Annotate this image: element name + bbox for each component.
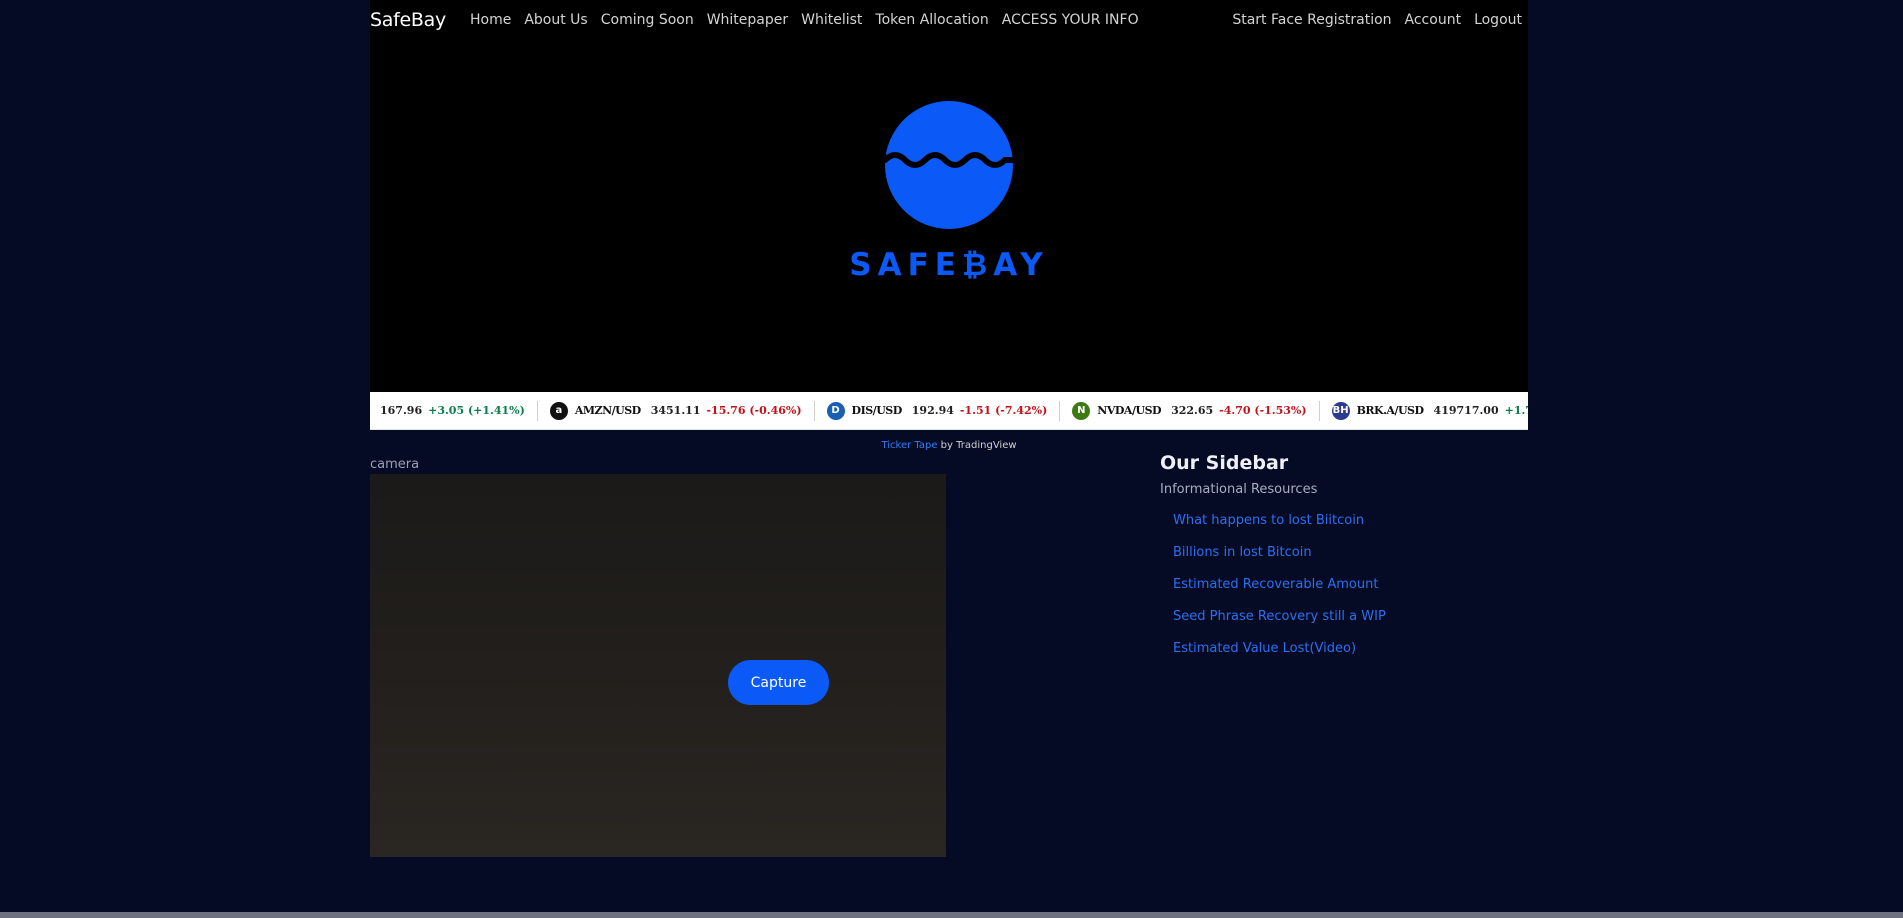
sidebar-list-item: Seed Phrase Recovery still a WIP	[1173, 609, 1460, 641]
sidebar-link-seed-phrase[interactable]: Seed Phrase Recovery still a WIP	[1173, 609, 1386, 624]
sidebar: Our Sidebar Informational Resources What…	[1160, 452, 1460, 673]
sidebar-link-billions-lost[interactable]: Billions in lost Bitcoin	[1173, 545, 1312, 560]
nav-link-access-your-info[interactable]: ACCESS YOUR INFO	[1002, 12, 1139, 28]
ticker-change: +3.05 (+1.41%)	[428, 404, 525, 417]
sidebar-link-value-lost-video[interactable]: Estimated Value Lost(Video)	[1173, 641, 1356, 656]
nav-left-links: Home About Us Coming Soon Whitepaper Whi…	[470, 12, 1152, 28]
nav-link-about-us[interactable]: About Us	[524, 12, 587, 28]
ticker-symbol: NVDA/USD	[1097, 404, 1162, 417]
brand-logo-link[interactable]: SafeBay	[370, 9, 446, 31]
camera-label: camera	[370, 457, 420, 472]
top-navbar: SafeBay Home About Us Coming Soon Whitep…	[370, 0, 1528, 42]
sidebar-link-recoverable-amount[interactable]: Estimated Recoverable Amount	[1173, 577, 1378, 592]
nvidia-icon: N	[1072, 401, 1091, 420]
ticker-change: -15.76 (-0.46%)	[706, 404, 802, 417]
sidebar-list-item: Estimated Value Lost(Video)	[1173, 641, 1460, 673]
safebay-wave-logo-icon	[882, 101, 1016, 229]
nav-right-links: Start Face Registration Account Logout	[1232, 12, 1522, 28]
sidebar-list-item: Estimated Recoverable Amount	[1173, 577, 1460, 609]
disney-icon: D	[826, 401, 845, 420]
tradingview-credit: by TradingView	[937, 440, 1017, 451]
nav-link-home[interactable]: Home	[470, 12, 511, 28]
ticker-item[interactable]: 167.96 +3.05 (+1.41%)	[370, 400, 538, 421]
sidebar-title: Our Sidebar	[1160, 452, 1289, 474]
ticker-symbol: BRK.A/USD	[1356, 404, 1424, 417]
ticker-price: 419717.00	[1433, 404, 1499, 417]
sidebar-list-item: Billions in lost Bitcoin	[1173, 545, 1460, 577]
ticker-change: +1.77	[1504, 404, 1528, 417]
ticker-item[interactable]: BH BRK.A/USD 419717.00 +1.77	[1320, 401, 1528, 421]
ticker-price: 322.65	[1171, 404, 1214, 417]
ticker-symbol: DIS/USD	[851, 404, 903, 417]
ticker-change: -1.51 (-7.42%)	[959, 404, 1048, 417]
sidebar-link-list: What happens to lost Biitcoin Billions i…	[1173, 513, 1460, 673]
nav-link-account[interactable]: Account	[1405, 12, 1462, 28]
nav-link-logout[interactable]: Logout	[1474, 12, 1522, 28]
ticker-tape-link[interactable]: Ticker Tape	[881, 440, 937, 451]
nav-link-whitelist[interactable]: Whitelist	[801, 12, 862, 28]
ticker-attribution: Ticker Tape by TradingView	[370, 440, 1528, 451]
sidebar-list-item: What happens to lost Biitcoin	[1173, 513, 1460, 545]
ticker-symbol: AMZN/USD	[574, 404, 641, 417]
ticker-item[interactable]: N NVDA/USD 322.65 -4.70 (-1.53%)	[1060, 400, 1320, 421]
ticker-change: -4.70 (-1.53%)	[1219, 404, 1307, 417]
amazon-icon: a	[549, 401, 568, 420]
sidebar-link-lost-bitcoin[interactable]: What happens to lost Biitcoin	[1173, 513, 1364, 528]
ticker-price: 192.94	[911, 404, 954, 417]
nav-link-whitepaper[interactable]: Whitepaper	[707, 12, 788, 28]
ticker-item[interactable]: D DIS/USD 192.94 -1.51 (-7.42%)	[815, 400, 1061, 421]
nav-link-coming-soon[interactable]: Coming Soon	[601, 12, 694, 28]
ticker-track: 167.96 +3.05 (+1.41%) a AMZN/USD 3451.11 -15.…	[370, 392, 1528, 429]
camera-video-feed: Capture	[370, 474, 946, 857]
ticker-tape-widget[interactable]: 167.96 +3.05 (+1.41%) a AMZN/USD 3451.11 -15.…	[370, 392, 1528, 430]
capture-button[interactable]: Capture	[728, 660, 829, 705]
ticker-price: 167.96	[380, 404, 423, 417]
nav-link-face-registration[interactable]: Start Face Registration	[1232, 12, 1391, 28]
bottom-edge-bar	[0, 912, 1903, 918]
ticker-price: 3451.11	[650, 404, 701, 417]
ticker-item[interactable]: a AMZN/USD 3451.11 -15.76 (-0.46%)	[538, 400, 815, 421]
sidebar-subtitle: Informational Resources	[1160, 482, 1318, 497]
safebay-wordmark: SAFE₿AY	[849, 247, 1049, 283]
hero-banner: SAFE₿AY	[370, 42, 1528, 392]
berkshire-icon: BH	[1331, 401, 1350, 420]
nav-link-token-allocation[interactable]: Token Allocation	[875, 12, 988, 28]
